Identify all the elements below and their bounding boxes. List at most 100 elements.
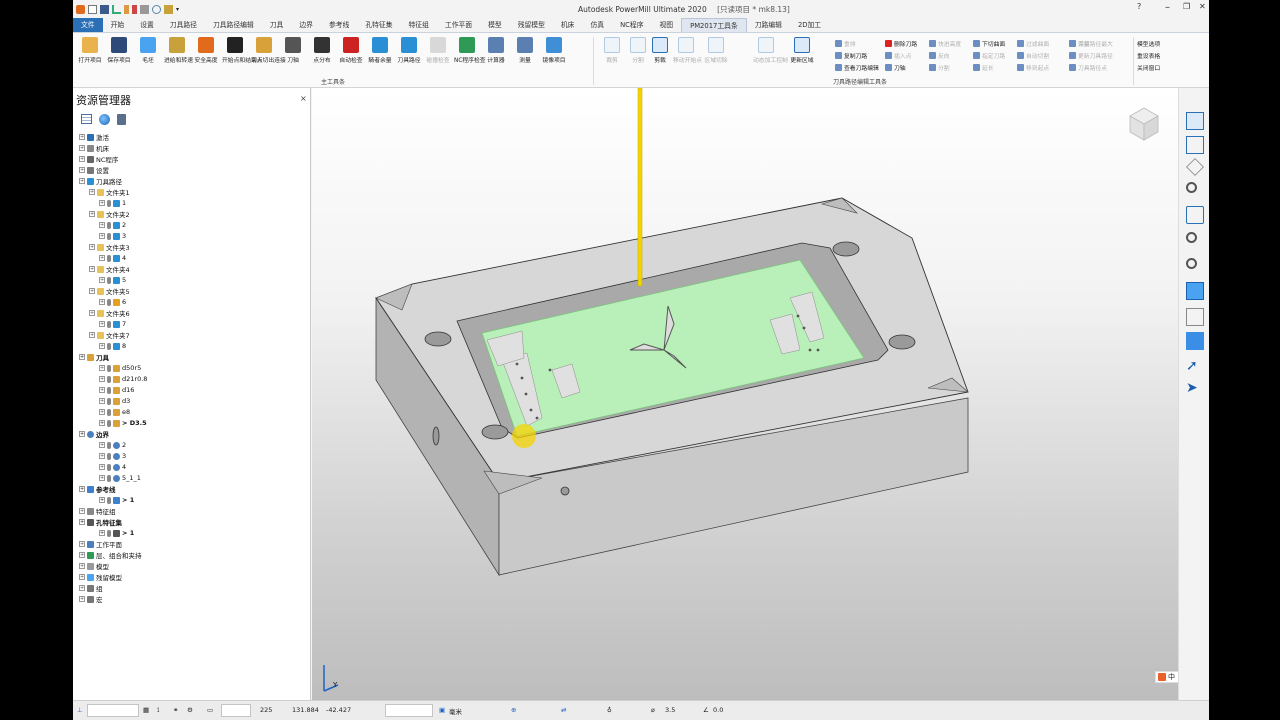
tree-node[interactable]: + 参考线 [79, 484, 116, 494]
edit-small-6[interactable]: 快进高度 [929, 39, 961, 48]
tab-18[interactable]: 刀路编辑 [747, 18, 790, 32]
expand-icon[interactable]: + [99, 299, 105, 305]
tab-10[interactable]: 工作平面 [437, 18, 480, 32]
tree-node[interactable]: + > 1 [99, 528, 134, 538]
edit-small-18[interactable]: 刀具路径最大 [1069, 39, 1113, 48]
expand-icon[interactable]: + [99, 442, 105, 448]
tree-node[interactable]: + 文件夹7 [89, 330, 130, 340]
expand-icon[interactable]: + [79, 354, 85, 360]
expand-icon[interactable]: + [79, 574, 85, 580]
edit-small-0[interactable]: 重排 [835, 39, 856, 48]
ribbon-button-15[interactable]: 测量 [512, 37, 538, 64]
ribbon-button-7[interactable]: 刀轴 [280, 37, 306, 64]
edit-button-0[interactable]: 裁剪 [599, 37, 625, 64]
expand-icon[interactable]: + [99, 255, 105, 261]
help-icon[interactable]: ? [1137, 2, 1141, 11]
tab-7[interactable]: 参考线 [321, 18, 357, 32]
window-option-2[interactable]: 关闭窗口 [1137, 63, 1160, 72]
expand-icon[interactable]: + [99, 453, 105, 459]
expand-icon[interactable]: + [89, 244, 95, 250]
view-top-icon[interactable] [1186, 112, 1204, 130]
open-icon[interactable] [88, 4, 97, 14]
delete-icon[interactable] [117, 114, 126, 125]
tree-node[interactable]: +1 [99, 198, 126, 208]
view-iso-icon[interactable] [1186, 158, 1204, 176]
workplane-select[interactable] [87, 704, 139, 717]
edit-small-1[interactable]: 复制刀路 [835, 51, 867, 60]
expand-icon[interactable]: + [79, 431, 85, 437]
edit-small-3[interactable]: 删除刀路 [885, 39, 917, 48]
tree-node[interactable]: +3 [99, 451, 126, 461]
edit-small-10[interactable]: 指定刀路 [973, 51, 1005, 60]
pointer-icon[interactable]: ➤ [1186, 380, 1204, 398]
tree-node[interactable]: + > 1 [99, 495, 134, 505]
tab-15[interactable]: NC程序 [612, 18, 651, 32]
rotate-icon[interactable]: ⇄ [561, 706, 566, 714]
list-view-icon[interactable] [81, 114, 92, 124]
tab-0[interactable]: 文件 [73, 18, 103, 32]
ribbon-button-5[interactable]: 开始点和结束点 [222, 37, 263, 64]
tree-node[interactable]: + 机床 [79, 143, 109, 153]
edit-button-3[interactable]: 移动开始点 [673, 37, 702, 64]
target-icon[interactable]: ⊕ [511, 706, 516, 714]
edit-small-16[interactable]: 更新刀具路径 [1069, 51, 1113, 60]
visibility-icon[interactable] [107, 397, 111, 405]
edit-button-6[interactable]: 更新区域 [789, 37, 815, 64]
coordinate-box[interactable] [221, 704, 251, 717]
snap-icon[interactable]: ⟟ [157, 706, 159, 715]
save-icon[interactable] [100, 4, 109, 14]
status-input[interactable] [385, 704, 433, 717]
expand-icon[interactable]: + [79, 134, 85, 140]
tab-5[interactable]: 刀具 [262, 18, 292, 32]
visibility-icon[interactable] [107, 386, 111, 394]
ime-indicator[interactable]: 中 [1155, 671, 1178, 683]
visibility-icon[interactable] [107, 419, 111, 427]
visibility-icon[interactable] [107, 529, 111, 537]
tree-node[interactable]: + 残留模型 [79, 572, 122, 582]
edit-small-17[interactable]: 刀具路径点 [1069, 63, 1107, 72]
tree-node[interactable]: +5 [99, 275, 126, 285]
wireframe-icon[interactable] [1186, 308, 1204, 326]
expand-icon[interactable]: + [99, 420, 105, 426]
link-icon[interactable]: ⚭ [173, 706, 178, 714]
edit-small-2[interactable]: 查看刀路编辑 [835, 63, 879, 72]
ribbon-button-6[interactable]: 切入切出连接 [251, 37, 286, 64]
settings-icon[interactable] [164, 4, 173, 14]
expand-icon[interactable]: + [99, 376, 105, 382]
tree-node[interactable]: +2 [99, 440, 126, 450]
tree-node[interactable]: + NC程序 [79, 154, 118, 164]
refresh-view-icon[interactable] [1186, 206, 1204, 224]
expand-icon[interactable]: + [99, 387, 105, 393]
tree-node[interactable]: +4 [99, 462, 126, 472]
tab-12[interactable]: 残留模型 [510, 18, 553, 32]
tree-node[interactable]: +2 [99, 220, 126, 230]
expand-icon[interactable]: + [99, 222, 105, 228]
zoom-icon[interactable] [1186, 182, 1197, 193]
tab-11[interactable]: 模型 [480, 18, 510, 32]
tree-node[interactable]: + d3 [99, 396, 130, 406]
tree-node[interactable]: + 文件夹6 [89, 308, 130, 318]
visibility-icon[interactable] [107, 474, 111, 482]
workplane-icon[interactable]: ⊥ [77, 706, 83, 714]
tree-node[interactable]: + 文件夹2 [89, 209, 130, 219]
tab-14[interactable]: 仿真 [582, 18, 612, 32]
expand-icon[interactable]: + [99, 321, 105, 327]
expand-icon[interactable]: + [79, 145, 85, 151]
ribbon-button-4[interactable]: 安全高度 [193, 37, 219, 64]
tree-node[interactable]: + 刀具路径 [79, 176, 122, 186]
ribbon-button-1[interactable]: 保存项目 [106, 37, 132, 64]
expand-icon[interactable]: + [79, 541, 85, 547]
window-option-1[interactable]: 重设表格 [1137, 51, 1160, 60]
tree-node[interactable]: + d16 [99, 385, 134, 395]
tree-node[interactable]: +8 [99, 341, 126, 351]
tree-node[interactable]: + 组 [79, 583, 103, 593]
ribbon-button-8[interactable]: 点分布 [309, 37, 335, 64]
tree-node[interactable]: + > D3.5 [99, 418, 147, 428]
tab-3[interactable]: 刀具路径 [162, 18, 205, 32]
tree-node[interactable]: + e8 [99, 407, 130, 417]
tree-node[interactable]: + d50r5 [99, 363, 141, 373]
visibility-icon[interactable] [107, 298, 111, 306]
tree-node[interactable]: + 文件夹1 [89, 187, 130, 197]
ribbon-button-10[interactable]: 騎者余量 [367, 37, 393, 64]
ribbon-button-9[interactable]: 自动检查 [338, 37, 364, 64]
